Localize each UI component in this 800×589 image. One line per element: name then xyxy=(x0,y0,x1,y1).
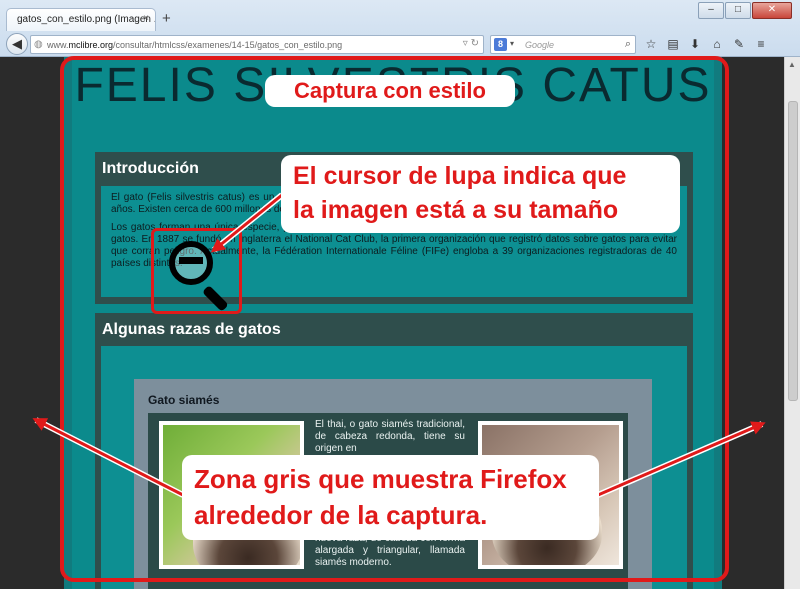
search-bar[interactable]: 8 ▾ Google ⌕ xyxy=(490,35,636,54)
cursor-highlight-box xyxy=(151,228,242,314)
url-path: /consultar/htmlcss/examenes/14-15/gatos_… xyxy=(113,40,343,50)
new-tab-button[interactable]: + xyxy=(162,11,171,26)
tab-strip: gatos_con_estilo.png (Imagen ... × + – □… xyxy=(0,0,800,31)
maximize-button[interactable]: □ xyxy=(725,2,751,19)
reload-icon[interactable]: ↻ xyxy=(471,38,479,49)
toolbar: ☆ ▤ ⬇ ⌂ ✎ ≡ xyxy=(640,36,772,53)
globe-icon: ◍ xyxy=(34,39,43,50)
scroll-up-icon[interactable]: ▲ xyxy=(788,60,796,69)
annotation-cursor-line-2: la imagen está a su tamaño xyxy=(293,196,619,224)
navigation-bar: ◀ ◍ www.mclibre.org/consultar/htmlcss/ex… xyxy=(0,31,800,57)
back-arrow-icon: ◀ xyxy=(12,36,22,51)
annotation-zone-line-2: alrededor de la captura. xyxy=(194,500,488,530)
search-icon[interactable]: ⌕ xyxy=(625,38,631,51)
close-window-button[interactable]: ✕ xyxy=(752,2,792,19)
url-bar[interactable]: ◍ www.mclibre.org/consultar/htmlcss/exam… xyxy=(30,35,484,54)
window-controls: – □ ✕ xyxy=(697,2,792,19)
minimize-button[interactable]: – xyxy=(698,2,724,19)
search-engine-icon[interactable]: 8 xyxy=(494,38,507,51)
home-icon[interactable]: ⌂ xyxy=(706,36,728,53)
dropdown-icon[interactable]: ▿ xyxy=(463,38,468,49)
download-icon[interactable]: ⬇ xyxy=(684,36,706,53)
vertical-scrollbar[interactable]: ▲ xyxy=(784,57,800,589)
url-prefix: www. xyxy=(47,40,69,50)
paint-icon[interactable]: ✎ xyxy=(728,36,750,53)
url-bar-buttons: ▿ ↻ xyxy=(463,38,479,49)
url-host: mclibre.org xyxy=(68,40,114,50)
bookmark-star-icon[interactable]: ☆ xyxy=(640,36,662,53)
menu-icon[interactable]: ≡ xyxy=(750,36,772,53)
tab-title: gatos_con_estilo.png (Imagen ... xyxy=(17,14,156,25)
search-placeholder: Google xyxy=(525,40,555,50)
tab-active[interactable]: gatos_con_estilo.png (Imagen ... × xyxy=(6,8,156,31)
scrollbar-thumb[interactable] xyxy=(788,101,798,401)
annotation-zone-line-1: Zona gris que muestra Firefox xyxy=(194,464,567,494)
annotation-zone-note: Zona gris que muestra Firefox alrededor … xyxy=(182,455,599,540)
back-button[interactable]: ◀ xyxy=(6,33,28,55)
search-engine-dropdown-icon[interactable]: ▾ xyxy=(510,39,514,48)
annotation-cursor-line-1: El cursor de lupa indica que xyxy=(293,162,627,190)
tab-close-icon[interactable]: × xyxy=(143,13,149,24)
annotation-cursor-note: El cursor de lupa indica que la imagen e… xyxy=(281,155,680,233)
browser-chrome: gatos_con_estilo.png (Imagen ... × + – □… xyxy=(0,0,800,57)
clipboard-icon[interactable]: ▤ xyxy=(662,36,684,53)
annotation-title: Captura con estilo xyxy=(265,75,515,107)
